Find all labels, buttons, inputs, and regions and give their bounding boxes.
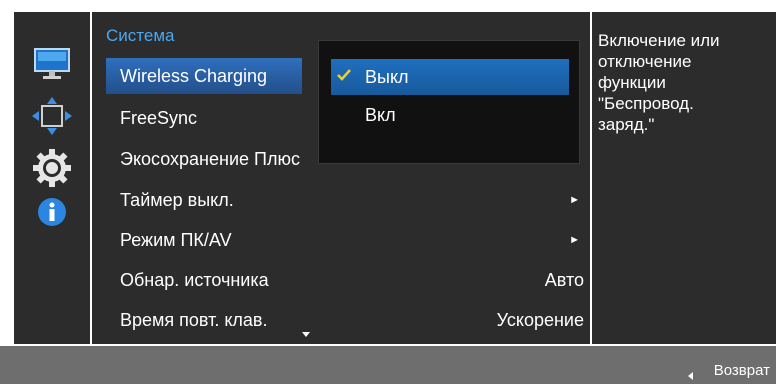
help-panel: Включение или отключение функции "Беспро… xyxy=(592,12,776,344)
info-icon xyxy=(38,198,66,226)
option-label: Выкл xyxy=(365,67,409,87)
bottom-guide-bar: Возврат xyxy=(0,346,776,384)
return-label[interactable]: Возврат xyxy=(714,362,770,379)
sidebar-item-system[interactable] xyxy=(28,148,76,188)
osd-window: Система Wireless Charging FreeSync Экосо… xyxy=(0,0,776,384)
icon-sidebar xyxy=(14,12,90,344)
menu-item-label: Обнар. источника xyxy=(120,270,269,290)
menu-item-source-detection[interactable]: Обнар. источника Авто xyxy=(106,262,584,298)
menu-item-label: Экосохранение Плюс xyxy=(120,149,300,169)
checkmark-icon xyxy=(337,69,351,81)
help-description: Включение или отключение функции "Беспро… xyxy=(598,31,720,134)
menu-item-label: FreeSync xyxy=(120,108,198,128)
wireless-charging-submenu: Выкл Вкл xyxy=(318,40,580,164)
gear-icon xyxy=(33,149,71,187)
position-arrows-icon xyxy=(32,97,72,135)
section-title: Система xyxy=(106,26,175,45)
menu-item-wireless-charging[interactable]: Wireless Charging xyxy=(106,58,302,94)
menu-item-pc-av-mode[interactable]: Режим ПК/AV ► xyxy=(106,222,584,258)
option-on[interactable]: Вкл xyxy=(331,97,569,133)
menu-item-off-timer[interactable]: Таймер выкл. ► xyxy=(106,182,584,218)
chevron-right-icon: ► xyxy=(569,234,580,246)
scroll-down-indicator[interactable] xyxy=(302,332,310,337)
menu-item-label: Таймер выкл. xyxy=(120,190,234,210)
menu-item-label: Время повт. клав. xyxy=(120,310,268,330)
menu-item-key-repeat-time[interactable]: Время повт. клав. Ускорение xyxy=(106,302,584,338)
monitor-icon xyxy=(34,48,70,79)
menu-item-freesync[interactable]: FreeSync xyxy=(106,100,302,136)
menu-item-value: Авто xyxy=(544,270,584,290)
return-arrow-icon[interactable] xyxy=(688,372,693,380)
sidebar-item-information[interactable] xyxy=(28,192,76,232)
chevron-right-icon: ► xyxy=(569,194,580,206)
option-off[interactable]: Выкл xyxy=(331,59,569,95)
sidebar-item-position[interactable] xyxy=(28,96,76,136)
option-label: Вкл xyxy=(365,105,396,125)
menu-item-value: Ускорение xyxy=(496,310,584,330)
menu-item-label: Режим ПК/AV xyxy=(120,230,232,250)
sidebar-item-picture[interactable] xyxy=(28,44,76,84)
menu-item-label: Wireless Charging xyxy=(120,66,268,86)
